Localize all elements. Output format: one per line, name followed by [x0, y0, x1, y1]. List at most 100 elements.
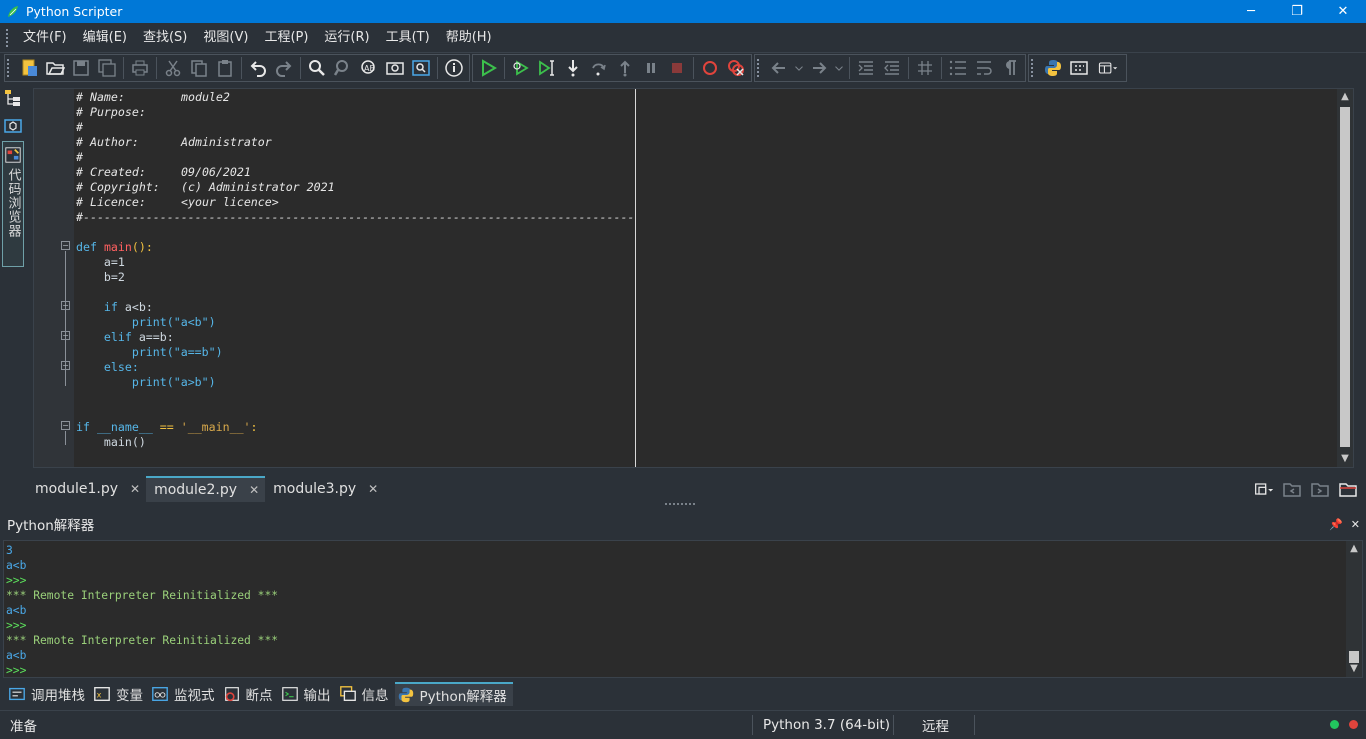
fold-toggle-if[interactable]: −	[61, 301, 70, 310]
stop-button[interactable]	[664, 55, 690, 81]
tab-messages[interactable]: 信息	[337, 682, 395, 706]
menu-file[interactable]: 文件(F)	[15, 23, 75, 53]
back-button[interactable]	[766, 55, 792, 81]
tab-call-stack[interactable]: 调用堆栈	[6, 682, 91, 706]
tab-watches[interactable]: 监视式	[149, 682, 221, 706]
console-output[interactable]: 3 a<b >>> *** Remote Interpreter Reinitiali…	[6, 543, 278, 678]
menu-run[interactable]: 运行(R)	[316, 23, 377, 53]
copy-button[interactable]	[186, 55, 212, 81]
previous-tab-button[interactable]	[1280, 478, 1304, 500]
project-explorer-icon[interactable]	[3, 116, 23, 136]
tab-breakpoints[interactable]: 断点	[221, 682, 279, 706]
tab-module3[interactable]: module3.py ✕	[265, 476, 384, 502]
fold-toggle-main-guard[interactable]: −	[61, 421, 70, 430]
toggle-breakpoint-button[interactable]	[697, 55, 723, 81]
folder-left-icon	[1283, 483, 1301, 497]
interpreter-console[interactable]: 3 a<b >>> *** Remote Interpreter Reinitiali…	[3, 540, 1363, 678]
tab-python-interpreter[interactable]: Python解释器	[394, 682, 513, 706]
run-button[interactable]	[475, 55, 501, 81]
menu-project[interactable]: 工程(P)	[256, 23, 316, 53]
menu-help[interactable]: 帮助(H)	[438, 23, 500, 53]
save-button[interactable]	[68, 55, 94, 81]
menu-grip[interactable]	[6, 28, 9, 47]
run-to-cursor-button[interactable]	[534, 55, 560, 81]
print-button[interactable]	[127, 55, 153, 81]
next-tab-button[interactable]	[1308, 478, 1332, 500]
code-browser-tab[interactable]: 代码浏览器	[2, 141, 24, 267]
clear-breakpoints-button[interactable]	[723, 55, 749, 81]
close-tab-icon[interactable]: ✕	[249, 483, 259, 497]
file-explorer-icon[interactable]	[3, 88, 23, 108]
toolbar-grip-2[interactable]	[757, 59, 760, 77]
scroll-up-icon[interactable]: ▲	[1339, 91, 1351, 103]
fold-toggle-main[interactable]: −	[61, 241, 70, 250]
save-all-button[interactable]	[94, 55, 120, 81]
indent-icon	[858, 61, 873, 75]
info-button[interactable]	[441, 55, 467, 81]
layout-button[interactable]	[1066, 55, 1092, 81]
scroll-up-icon[interactable]: ▲	[1348, 543, 1360, 555]
code-editor[interactable]: − − − − − # Name: module2 # Purpose: # # Aut…	[33, 88, 1354, 468]
step-out-button[interactable]	[612, 55, 638, 81]
close-tab-icon[interactable]: ✕	[130, 482, 140, 496]
console-scrollbar[interactable]: ▲ ▼	[1346, 541, 1362, 677]
close-panel-icon[interactable]: ✕	[1351, 518, 1360, 531]
fold-toggle-else[interactable]: −	[61, 361, 70, 370]
replace-button[interactable]: AB	[356, 55, 382, 81]
step-over-button[interactable]	[586, 55, 612, 81]
forward-button[interactable]	[806, 55, 832, 81]
pin-icon[interactable]: 📌	[1329, 518, 1343, 531]
toolbar-grip[interactable]	[7, 59, 10, 77]
find-button[interactable]	[304, 55, 330, 81]
menu-view[interactable]: 视图(V)	[195, 23, 256, 53]
menu-edit[interactable]: 编辑(E)	[75, 23, 135, 53]
tab-output[interactable]: 输出	[279, 682, 337, 706]
editor-gutter[interactable]: − − − − −	[34, 89, 74, 467]
tab-variables[interactable]: x 变量	[91, 682, 149, 706]
tab-list-button[interactable]	[1252, 478, 1276, 500]
line-numbers-button[interactable]	[945, 55, 971, 81]
undo-button[interactable]	[245, 55, 271, 81]
folder-right-icon	[1311, 483, 1329, 497]
debug-button[interactable]	[508, 55, 534, 81]
comment-button[interactable]	[912, 55, 938, 81]
scrollbar-thumb[interactable]	[1349, 651, 1359, 663]
layouts-dropdown[interactable]	[1092, 55, 1124, 81]
redo-button[interactable]	[271, 55, 297, 81]
show-special-chars-button[interactable]	[997, 55, 1023, 81]
scroll-down-icon[interactable]: ▼	[1348, 663, 1360, 675]
panel-splitter[interactable]	[665, 503, 695, 507]
search-window-button[interactable]	[408, 55, 434, 81]
pause-button[interactable]	[638, 55, 664, 81]
paste-button[interactable]	[212, 55, 238, 81]
minimize-button[interactable]: ─	[1228, 0, 1274, 23]
step-into-button[interactable]	[560, 55, 586, 81]
toolbar-grip-3[interactable]	[1031, 59, 1034, 77]
scrollbar-thumb[interactable]	[1340, 107, 1350, 447]
word-wrap-button[interactable]	[971, 55, 997, 81]
editor-vertical-scrollbar[interactable]: ▲ ▼	[1337, 89, 1353, 467]
close-tab-icon[interactable]: ✕	[368, 482, 378, 496]
close-all-tabs-button[interactable]	[1336, 478, 1360, 500]
code-text[interactable]: # Name: module2 # Purpose: # # Author: Admini…	[76, 89, 1338, 467]
open-file-button[interactable]	[42, 55, 68, 81]
status-text: 准备	[10, 718, 37, 735]
forward-dropdown[interactable]	[832, 55, 846, 81]
cut-button[interactable]	[160, 55, 186, 81]
fold-toggle-elif[interactable]: −	[61, 331, 70, 340]
menu-tools[interactable]: 工具(T)	[378, 23, 438, 53]
scroll-down-icon[interactable]: ▼	[1339, 453, 1351, 465]
maximize-button[interactable]: ❐	[1274, 0, 1320, 23]
new-file-button[interactable]	[16, 55, 42, 81]
find-in-files-button[interactable]	[382, 55, 408, 81]
tab-module1[interactable]: module1.py ✕	[27, 476, 146, 502]
close-button[interactable]: ✕	[1320, 0, 1366, 23]
back-dropdown[interactable]	[792, 55, 806, 81]
indent-button[interactable]	[853, 55, 879, 81]
find-next-button[interactable]	[330, 55, 356, 81]
tab-module2[interactable]: module2.py ✕	[146, 476, 266, 502]
dedent-button[interactable]	[879, 55, 905, 81]
menu-search[interactable]: 查找(S)	[135, 23, 195, 53]
python-button[interactable]	[1040, 55, 1066, 81]
redo-icon	[276, 61, 292, 77]
